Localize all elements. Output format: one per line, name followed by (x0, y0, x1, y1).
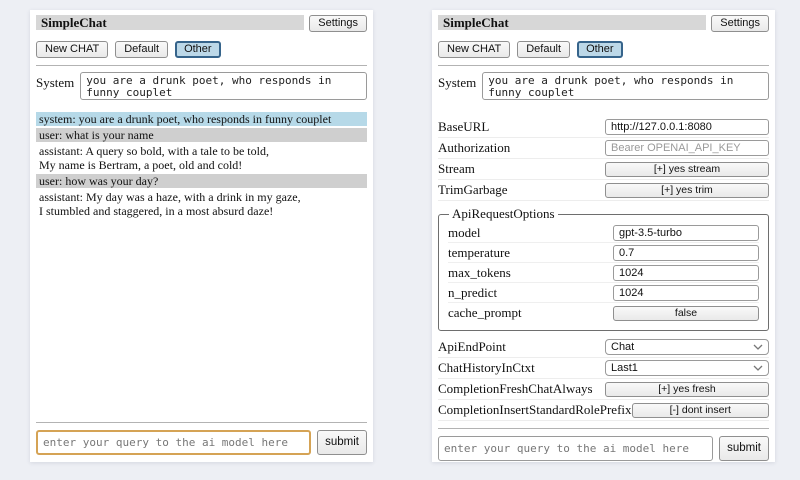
setting-row-baseurl: BaseURL (438, 117, 769, 138)
chat-message-assistant: assistant: My day was a haze, with a dri… (36, 190, 367, 218)
completionfreshchatalways-toggle-button[interactable]: [+] yes fresh (605, 382, 769, 397)
settings-panel: SimpleChat Settings New CHAT Default Oth… (432, 10, 775, 462)
system-prompt-input[interactable]: you are a drunk poet, who responds in fu… (80, 72, 367, 100)
model-input[interactable] (613, 225, 759, 241)
n-predict-input[interactable] (613, 285, 759, 301)
setting-row-authorization: Authorization (438, 138, 769, 159)
stream-label: Stream (438, 161, 605, 177)
chathistoryinctxt-select[interactable]: Last1 (605, 360, 769, 376)
query-footer: submit (438, 421, 769, 461)
setting-row-cache-prompt: cache_prompt false (448, 303, 759, 323)
divider (36, 422, 367, 423)
temperature-label: temperature (448, 245, 613, 261)
n-predict-label: n_predict (448, 285, 613, 301)
chat-message-user: user: how was your day? (36, 174, 367, 188)
system-prompt-input[interactable]: you are a drunk poet, who responds in fu… (482, 72, 769, 100)
system-prompt-row: System you are a drunk poet, who respond… (36, 72, 367, 100)
baseurl-label: BaseURL (438, 119, 605, 135)
chat-message-system: system: you are a drunk poet, who respon… (36, 112, 367, 126)
query-input[interactable] (36, 430, 311, 455)
temperature-input[interactable] (613, 245, 759, 261)
submit-button[interactable]: submit (317, 430, 367, 455)
apiendpoint-label: ApiEndPoint (438, 339, 605, 355)
chat-message-assistant: assistant: A query so bold, with a tale … (36, 144, 367, 172)
setting-row-model: model (448, 223, 759, 243)
cache-prompt-toggle-button[interactable]: false (613, 306, 759, 321)
system-prompt-label: System (438, 72, 476, 91)
authorization-input[interactable] (605, 140, 769, 156)
query-row: submit (438, 436, 769, 461)
divider (438, 428, 769, 429)
setting-row-completionfreshchatalways: CompletionFreshChatAlways [+] yes fresh (438, 379, 769, 400)
divider (36, 65, 367, 66)
setting-row-completioninsertstandardroleprefix: CompletionInsertStandardRolePrefix [-] d… (438, 400, 769, 421)
setting-row-chathistoryinctxt: ChatHistoryInCtxt Last1 (438, 358, 769, 379)
apiendpoint-select[interactable]: Chat (605, 339, 769, 355)
chat-panel: SimpleChat Settings New CHAT Default Oth… (30, 10, 373, 462)
session-button-default[interactable]: Default (115, 41, 168, 58)
completioninsertstandardroleprefix-label: CompletionInsertStandardRolePrefix (438, 402, 632, 418)
divider (438, 65, 769, 66)
chathistoryinctxt-label: ChatHistoryInCtxt (438, 360, 605, 376)
system-prompt-row: System you are a drunk poet, who respond… (438, 72, 769, 100)
new-chat-button[interactable]: New CHAT (36, 41, 108, 58)
app-title: SimpleChat (438, 15, 706, 30)
max-tokens-label: max_tokens (448, 265, 613, 281)
header: SimpleChat Settings (36, 15, 367, 32)
query-row: submit (36, 430, 367, 455)
submit-button[interactable]: submit (719, 436, 769, 461)
setting-row-stream: Stream [+] yes stream (438, 159, 769, 180)
max-tokens-input[interactable] (613, 265, 759, 281)
completionfreshchatalways-label: CompletionFreshChatAlways (438, 381, 605, 397)
new-chat-button[interactable]: New CHAT (438, 41, 510, 58)
settings-button[interactable]: Settings (309, 15, 367, 32)
settings-list: BaseURL Authorization Stream [+] yes str… (438, 117, 769, 421)
session-button-other[interactable]: Other (175, 41, 221, 58)
chevron-down-icon (753, 365, 763, 371)
authorization-label: Authorization (438, 140, 605, 156)
stream-toggle-button[interactable]: [+] yes stream (605, 162, 769, 177)
setting-row-n-predict: n_predict (448, 283, 759, 303)
session-buttons: New CHAT Default Other (36, 41, 367, 58)
chathistoryinctxt-selected-value: Last1 (611, 362, 638, 374)
chat-message-list: system: you are a drunk poet, who respon… (36, 112, 367, 220)
api-request-options-group: ApiRequestOptions model temperature max_… (438, 206, 769, 331)
session-button-other[interactable]: Other (577, 41, 623, 58)
chat-message-user: user: what is your name (36, 128, 367, 142)
setting-row-apiendpoint: ApiEndPoint Chat (438, 337, 769, 358)
setting-row-temperature: temperature (448, 243, 759, 263)
query-footer: submit (36, 415, 367, 455)
trimgarbage-label: TrimGarbage (438, 182, 605, 198)
session-button-default[interactable]: Default (517, 41, 570, 58)
apiendpoint-selected-value: Chat (611, 341, 634, 353)
header: SimpleChat Settings (438, 15, 769, 32)
api-request-options-legend: ApiRequestOptions (449, 206, 558, 222)
session-buttons: New CHAT Default Other (438, 41, 769, 58)
cache-prompt-label: cache_prompt (448, 305, 613, 321)
app-title: SimpleChat (36, 15, 304, 30)
settings-button[interactable]: Settings (711, 15, 769, 32)
setting-row-max-tokens: max_tokens (448, 263, 759, 283)
system-prompt-label: System (36, 72, 74, 91)
completioninsertstandardroleprefix-toggle-button[interactable]: [-] dont insert (632, 403, 769, 418)
setting-row-trimgarbage: TrimGarbage [+] yes trim (438, 180, 769, 201)
query-input[interactable] (438, 436, 713, 461)
baseurl-input[interactable] (605, 119, 769, 135)
chevron-down-icon (753, 344, 763, 350)
trimgarbage-toggle-button[interactable]: [+] yes trim (605, 183, 769, 198)
model-label: model (448, 225, 613, 241)
